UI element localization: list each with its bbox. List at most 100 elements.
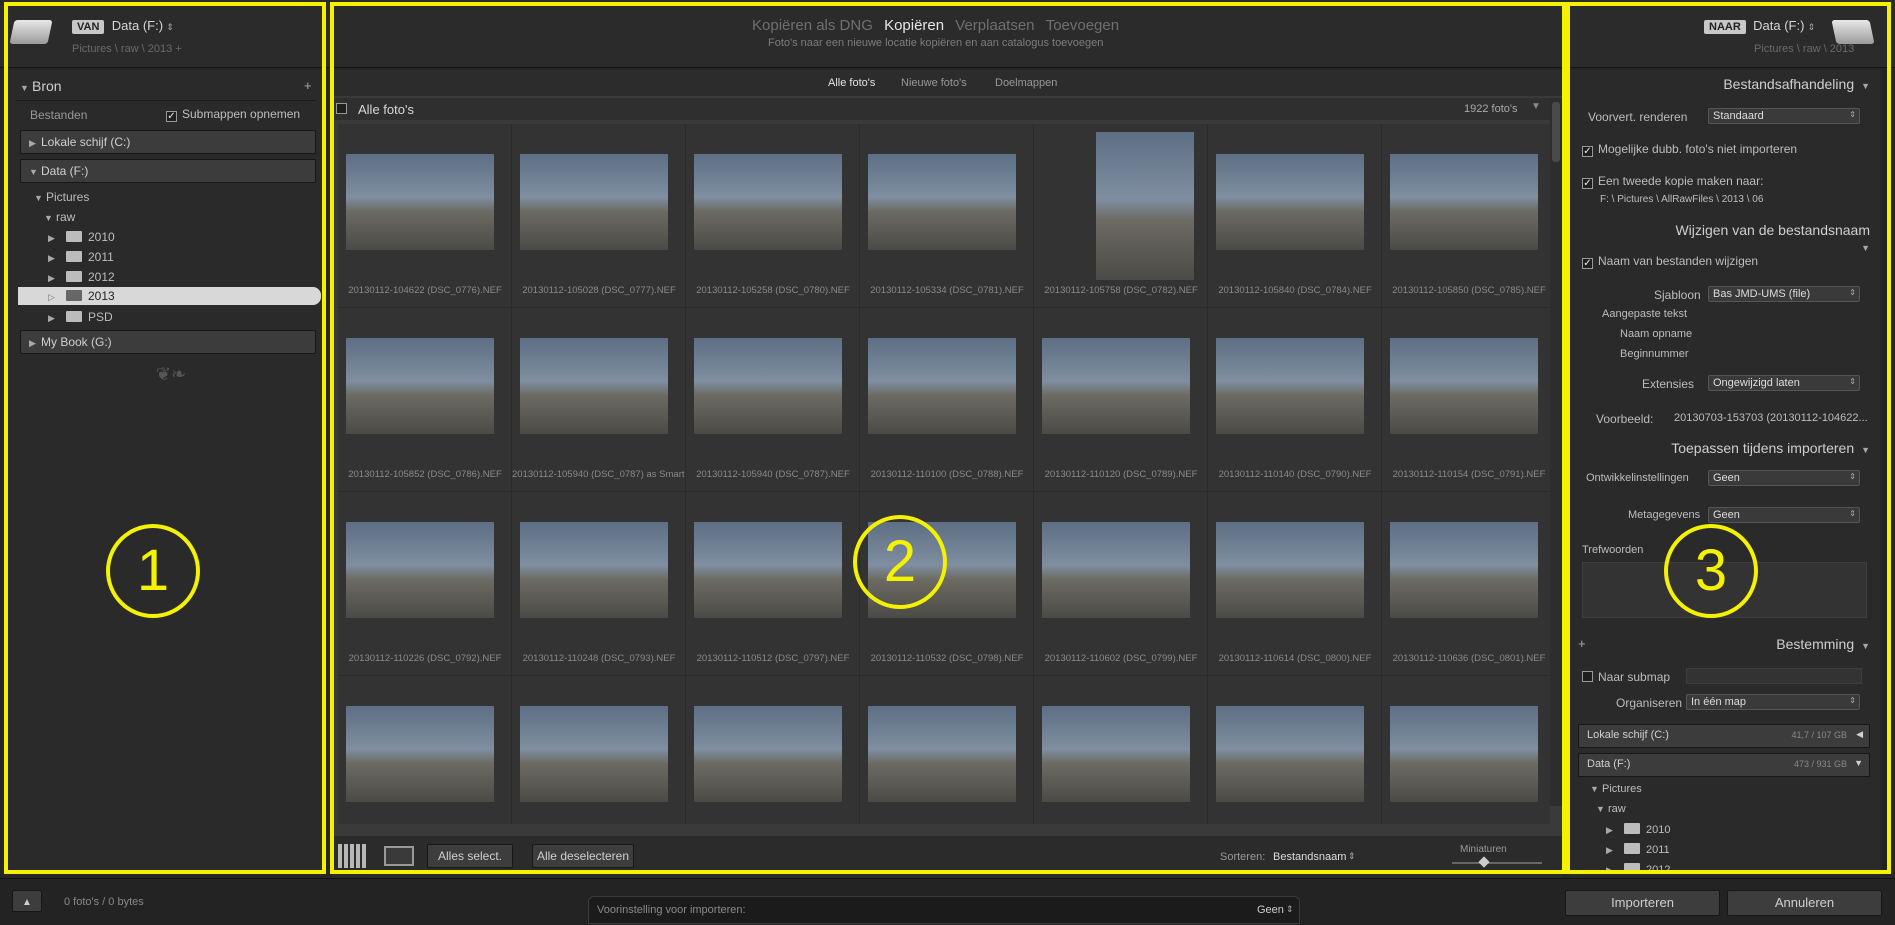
folder-2013[interactable]: ▷ 2013 [48, 289, 115, 303]
mode-copy-as-dng[interactable]: Kopiëren als DNG [752, 17, 873, 34]
thumbnail-cell[interactable]: 20130112-110100 (DSC_0788).NEF [860, 308, 1034, 492]
folder-label: 2012 [88, 270, 115, 284]
thumbnail-cell[interactable]: 20130112-105852 (DSC_0786).NEF [338, 308, 512, 492]
folder-2010[interactable]: ▶ 2010 [48, 230, 115, 244]
develop-value: Geen [1713, 472, 1740, 484]
thumbnail-size-slider[interactable] [1452, 856, 1542, 868]
dest-volume-c[interactable]: Lokale schijf (C:) 41,7 / 107 GB ◀ [1578, 724, 1870, 748]
import-button[interactable]: Importeren [1565, 890, 1720, 916]
expand-panel-button[interactable]: ▲ [12, 890, 42, 912]
folder-label: PSD [88, 310, 113, 324]
thumbnail-cell[interactable] [338, 676, 512, 824]
apply-header[interactable]: Toepassen tijdens importeren ▼ [1660, 440, 1870, 462]
thumbnail-cell[interactable]: 20130112-110602 (DSC_0799).NEF [1034, 492, 1208, 676]
slider-knob[interactable] [1478, 856, 1490, 868]
thumbnail-cell[interactable]: 20130112-110636 (DSC_0801).NEF [1382, 492, 1550, 676]
subfolder-toggle[interactable]: Naar submap [1582, 670, 1670, 684]
cancel-button[interactable]: Annuleren [1727, 890, 1882, 916]
folder-pictures[interactable]: ▼ Pictures [34, 190, 89, 204]
deselect-all-button[interactable]: Alle deselecteren [532, 844, 634, 868]
dest-selector[interactable]: NAAR Data (F:) ⇕ [1704, 18, 1815, 34]
mode-copy[interactable]: Kopiëren [884, 17, 944, 34]
thumbnail-cell[interactable] [1382, 676, 1550, 824]
metadata-select[interactable]: Geen ⇕ [1708, 507, 1860, 523]
extensions-select[interactable]: Ongewijzigd laten ⇕ [1708, 375, 1860, 391]
subfolder-input[interactable] [1686, 668, 1862, 684]
thumbnail-cell[interactable]: 20130112-104622 (DSC_0776).NEF [338, 124, 512, 308]
thumbnail-cell[interactable] [686, 676, 860, 824]
select-all-button[interactable]: Alles select. [427, 844, 513, 868]
dest-folder-2011[interactable]: ▶ 2011 [1606, 843, 1670, 856]
thumbnail-cell[interactable] [860, 676, 1034, 824]
preset-bar[interactable]: Voorinstelling voor importeren: Geen ⇕ [588, 896, 1300, 924]
thumbnail-image [694, 338, 842, 434]
second-copy-path[interactable]: F: \ Pictures \ AllRawFiles \ 2013 \ 06 [1600, 194, 1763, 205]
right-scrollbar[interactable] [1882, 70, 1890, 876]
grid-menu-triangle-icon[interactable]: ▼ [1531, 101, 1541, 112]
preset-value[interactable]: Geen [1257, 904, 1284, 916]
thumbnail-cell[interactable]: 20130112-105758 (DSC_0782).NEF [1034, 124, 1208, 308]
folder-2012[interactable]: ▶ 2012 [48, 270, 115, 284]
filter-tab-all[interactable]: Alle foto's [828, 77, 875, 89]
thumbnail-cell[interactable]: 20130112-110120 (DSC_0789).NEF [1034, 308, 1208, 492]
preview-select[interactable]: Standaard ⇕ [1708, 108, 1860, 124]
dest-volume-f[interactable]: Data (F:) 473 / 931 GB ▼ [1578, 753, 1870, 777]
add-source-icon[interactable]: + [304, 78, 312, 93]
thumbnail-cell[interactable]: 20130112-110248 (DSC_0793).NEF [512, 492, 686, 676]
volume-data-f[interactable]: ▼ Data (F:) [20, 159, 316, 183]
second-copy-toggle[interactable]: ✓ Een tweede kopie maken naar: [1582, 174, 1763, 189]
folder-2011[interactable]: ▶ 2011 [48, 250, 114, 264]
filter-tab-new[interactable]: Nieuwe foto's [901, 77, 967, 89]
thumbnail-cell[interactable]: 20130112-110140 (DSC_0790).NEF [1208, 308, 1382, 492]
no-duplicates-toggle[interactable]: ✓ Mogelijke dubb. foto's niet importeren [1582, 142, 1797, 157]
thumbnail-cell[interactable]: 20130112-105028 (DSC_0777).NEF [512, 124, 686, 308]
select-all-checkbox[interactable] [336, 103, 347, 114]
grid-scrollbar[interactable] [1550, 98, 1562, 806]
thumbnail-cell[interactable]: 20130112-105850 (DSC_0785).NEF [1382, 124, 1550, 308]
thumbnail-cell[interactable]: 20130112-105940 (DSC_0787) as Smart ... [512, 308, 686, 492]
thumbnail-cell[interactable] [1034, 676, 1208, 824]
dest-folder-raw[interactable]: ▼ raw [1596, 803, 1626, 815]
folder-psd[interactable]: ▶ PSD [48, 310, 113, 324]
thumbnail-cell[interactable] [1208, 676, 1382, 824]
folder-icon [66, 251, 82, 262]
volume-my-book-g[interactable]: ▶ My Book (G:) [20, 330, 316, 354]
grid-view-icon[interactable] [338, 844, 368, 868]
dest-folder-2010[interactable]: ▶ 2010 [1606, 823, 1670, 836]
thumbnail-cell[interactable] [512, 676, 686, 824]
mode-move[interactable]: Verplaatsen [955, 17, 1034, 34]
filter-tab-dest[interactable]: Doelmappen [995, 77, 1057, 89]
thumbnail-cell[interactable]: 20130112-110154 (DSC_0791).NEF [1382, 308, 1550, 492]
thumbnail-cell[interactable]: 20130112-105258 (DSC_0780).NEF [686, 124, 860, 308]
thumbnail-image [346, 154, 494, 250]
custom-text-label: Aangepaste tekst [1602, 308, 1688, 320]
add-destination-icon[interactable]: + [1578, 636, 1586, 651]
file-handling-header[interactable]: Bestandsafhandeling ▼ [1720, 76, 1870, 98]
thumbnail-cell[interactable]: 20130112-105840 (DSC_0784).NEF [1208, 124, 1382, 308]
loupe-view-icon[interactable] [384, 846, 414, 866]
thumbnail-cell[interactable]: 20130112-105334 (DSC_0781).NEF [860, 124, 1034, 308]
dest-folder-2012[interactable]: ▶ 2012 [1606, 863, 1670, 876]
bottom-bar: ▲ 0 foto's / 0 bytes Voorinstelling voor… [0, 878, 1895, 925]
folder-raw[interactable]: ▼ raw [44, 210, 75, 224]
source-panel-header[interactable]: ▼ Bron [20, 78, 62, 100]
thumbnail-cell[interactable]: 20130112-110512 (DSC_0797).NEF [686, 492, 860, 676]
destination-header[interactable]: Bestemming ▼ [1720, 636, 1870, 658]
develop-select[interactable]: Geen ⇕ [1708, 470, 1860, 486]
thumbnail-cell[interactable]: 20130112-110614 (DSC_0800).NEF [1208, 492, 1382, 676]
dest-folder-pictures[interactable]: ▼ Pictures [1590, 783, 1642, 795]
mode-add[interactable]: Toevoegen [1046, 17, 1119, 34]
thumbnail-cell[interactable]: 20130112-105940 (DSC_0787).NEF [686, 308, 860, 492]
template-select[interactable]: Bas JMD-UMS (file) ⇕ [1708, 286, 1860, 302]
rename-toggle[interactable]: ✓ Naam van bestanden wijzigen [1582, 254, 1758, 269]
collapse-triangle-icon: ▼ [1861, 243, 1870, 253]
thumbnail-cell[interactable]: 20130112-110226 (DSC_0792).NEF [338, 492, 512, 676]
organize-select[interactable]: In één map ⇕ [1686, 694, 1860, 710]
rename-header[interactable]: Wijzigen van de bestandsnaam ▼ [1660, 222, 1870, 253]
volume-local-c[interactable]: ▶ Lokale schijf (C:) [20, 130, 316, 154]
scrollbar-thumb[interactable] [1552, 102, 1560, 162]
sort-select[interactable]: Bestandsnaam [1273, 851, 1346, 863]
source-selector[interactable]: VAN Data (F:) ⇕ [72, 18, 174, 34]
second-copy-label: Een tweede kopie maken naar: [1598, 174, 1764, 188]
subfolders-toggle[interactable]: ✓ Submappen opnemen [166, 107, 300, 122]
